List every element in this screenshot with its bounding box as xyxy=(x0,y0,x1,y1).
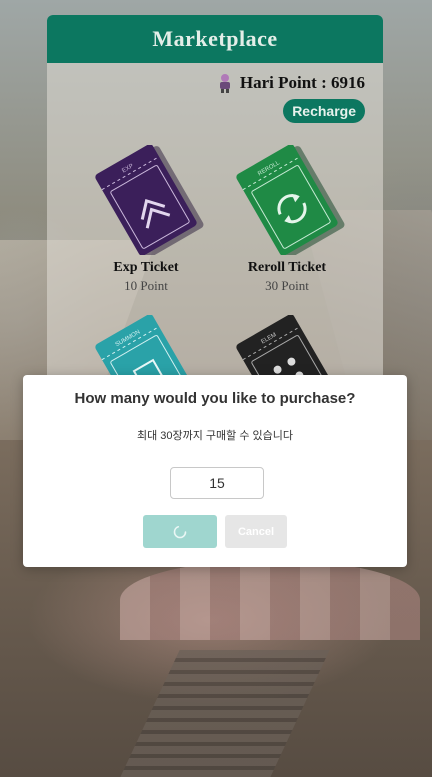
purchase-quantity-dialog: How many would you like to purchase? 최대 … xyxy=(23,375,407,567)
confirm-button[interactable] xyxy=(143,515,217,548)
loading-spinner-icon xyxy=(173,525,187,538)
dialog-title: How many would you like to purchase? xyxy=(74,390,356,407)
dialog-subtitle: 최대 30장까지 구매할 수 있습니다 xyxy=(136,430,294,442)
cancel-button[interactable]: Cancel xyxy=(225,515,287,548)
quantity-input[interactable] xyxy=(170,467,264,499)
